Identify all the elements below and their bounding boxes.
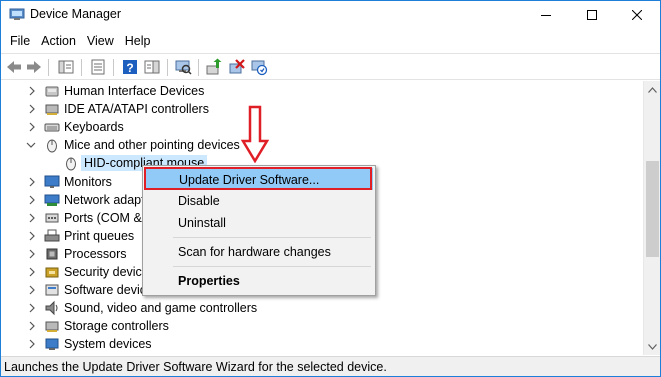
maximize-button[interactable] [569,1,615,29]
close-icon [632,10,642,20]
keyboard-icon [44,123,60,132]
tree-node-ide-ata-atapi-controllers[interactable]: IDE ATA/ATAPI controllers [1,100,643,118]
menu-properties[interactable]: Properties [145,270,373,292]
processor-icon [46,248,58,260]
tree-node-human-interface-devices[interactable]: Human Interface Devices [1,82,643,100]
chevron-right-icon[interactable] [27,267,37,277]
chevron-right-icon[interactable] [27,213,37,223]
storage-controller-icon [45,321,59,332]
status-text: Launches the Update Driver Software Wiza… [4,360,387,374]
network-adapter-icon [44,194,60,206]
chevron-right-icon[interactable] [27,339,37,349]
update-driver-icon[interactable] [205,58,223,76]
tree-node-sound-video-and-game-controllers[interactable]: Sound, video and game controllers [1,299,643,317]
svg-text:?: ? [126,61,133,75]
system-device-icon [45,338,59,350]
chevron-right-icon[interactable] [27,177,37,187]
close-button[interactable] [614,1,660,29]
tree-node-label: Monitors [64,175,112,189]
mouse-icon [47,139,57,153]
chevron-right-icon[interactable] [27,195,37,205]
scroll-up-button[interactable] [644,81,660,98]
monitor-icon [44,175,60,188]
annotation-arrow-icon [241,105,269,163]
help-icon[interactable]: ? [121,58,139,76]
menu-action[interactable]: Action [36,31,81,51]
tree-node-label: Human Interface Devices [64,84,205,98]
chevron-down-icon [648,343,657,350]
tree-node-label: System devices [64,337,152,351]
chevron-right-icon[interactable] [27,104,37,114]
tree-node-label: IDE ATA/ATAPI controllers [64,102,209,116]
security-device-icon [45,267,59,278]
show-hide-console-tree-icon[interactable] [57,58,75,76]
menu-separator [173,237,371,238]
menu-disable[interactable]: Disable [145,190,373,212]
chevron-right-icon[interactable] [27,231,37,241]
enable-device-icon[interactable] [250,58,268,76]
vertical-scrollbar[interactable] [643,81,660,355]
port-icon [45,213,59,223]
menu-file[interactable]: File [4,31,35,51]
back-arrow-icon[interactable] [5,58,23,76]
chevron-right-icon[interactable] [27,86,37,96]
ide-controller-icon [45,104,59,115]
tree-node-label: Print queues [64,229,135,243]
menu-view[interactable]: View [82,31,119,51]
printer-icon [44,229,60,242]
chevron-right-icon[interactable] [27,303,37,313]
action-pane-icon[interactable] [143,58,161,76]
properties-sheet-icon[interactable] [89,58,107,76]
scrollbar-thumb[interactable] [646,161,659,257]
status-bar: Launches the Update Driver Software Wiza… [1,356,660,376]
chevron-up-icon [648,86,657,93]
tree-node-label: Security device [64,265,149,279]
scroll-down-button[interactable] [644,338,660,355]
window-title: Device Manager [30,7,122,21]
menu-bar: File Action View Help [1,30,660,52]
annotation-highlight-box [144,167,372,190]
minimize-button[interactable] [523,1,569,29]
tree-node-label: Ports (COM & [64,211,142,225]
sound-icon [45,300,58,316]
menu-uninstall[interactable]: Uninstall [145,212,373,234]
tree-node-mice-and-other-pointing-devices[interactable]: Mice and other pointing devices [1,136,643,154]
chevron-right-icon[interactable] [27,249,37,259]
hid-icon [45,86,59,97]
uninstall-device-icon[interactable] [228,58,246,76]
maximize-icon [587,10,597,20]
menu-item-label: Uninstall [178,216,226,230]
menu-separator [173,266,371,267]
minimize-icon [541,15,551,16]
device-manager-icon [9,8,25,20]
tree-node-label: Processors [64,247,127,261]
tree-node-label: Network adapt [64,193,145,207]
scan-hardware-icon[interactable] [174,58,192,76]
mouse-icon [66,157,76,171]
toolbar: ? [1,53,660,80]
title-bar[interactable]: Device Manager [1,1,660,29]
chevron-right-icon[interactable] [27,122,37,132]
tree-node-system-devices[interactable]: System devices [1,335,643,353]
menu-item-label: Disable [178,194,220,208]
software-device-icon [45,284,59,296]
tree-node-label: Sound, video and game controllers [64,301,258,315]
menu-item-label: Properties [178,274,240,288]
tree-node-label: Keyboards [64,120,124,134]
chevron-down-icon[interactable] [26,140,36,150]
menu-item-label: Scan for hardware changes [178,245,331,259]
menu-help[interactable]: Help [120,31,156,51]
forward-arrow-icon[interactable] [25,58,43,76]
menu-scan-for-hardware-changes[interactable]: Scan for hardware changes [145,241,373,263]
tree-node-label: Software devic [64,283,146,297]
device-manager-window: Device Manager File Action View Help ? H… [0,0,661,377]
chevron-right-icon[interactable] [27,285,37,295]
chevron-right-icon[interactable] [27,321,37,331]
tree-node-storage-controllers[interactable]: Storage controllers [1,317,643,335]
tree-node-keyboards[interactable]: Keyboards [1,118,643,136]
tree-node-label: Mice and other pointing devices [64,138,240,152]
tree-node-label: Storage controllers [64,319,169,333]
